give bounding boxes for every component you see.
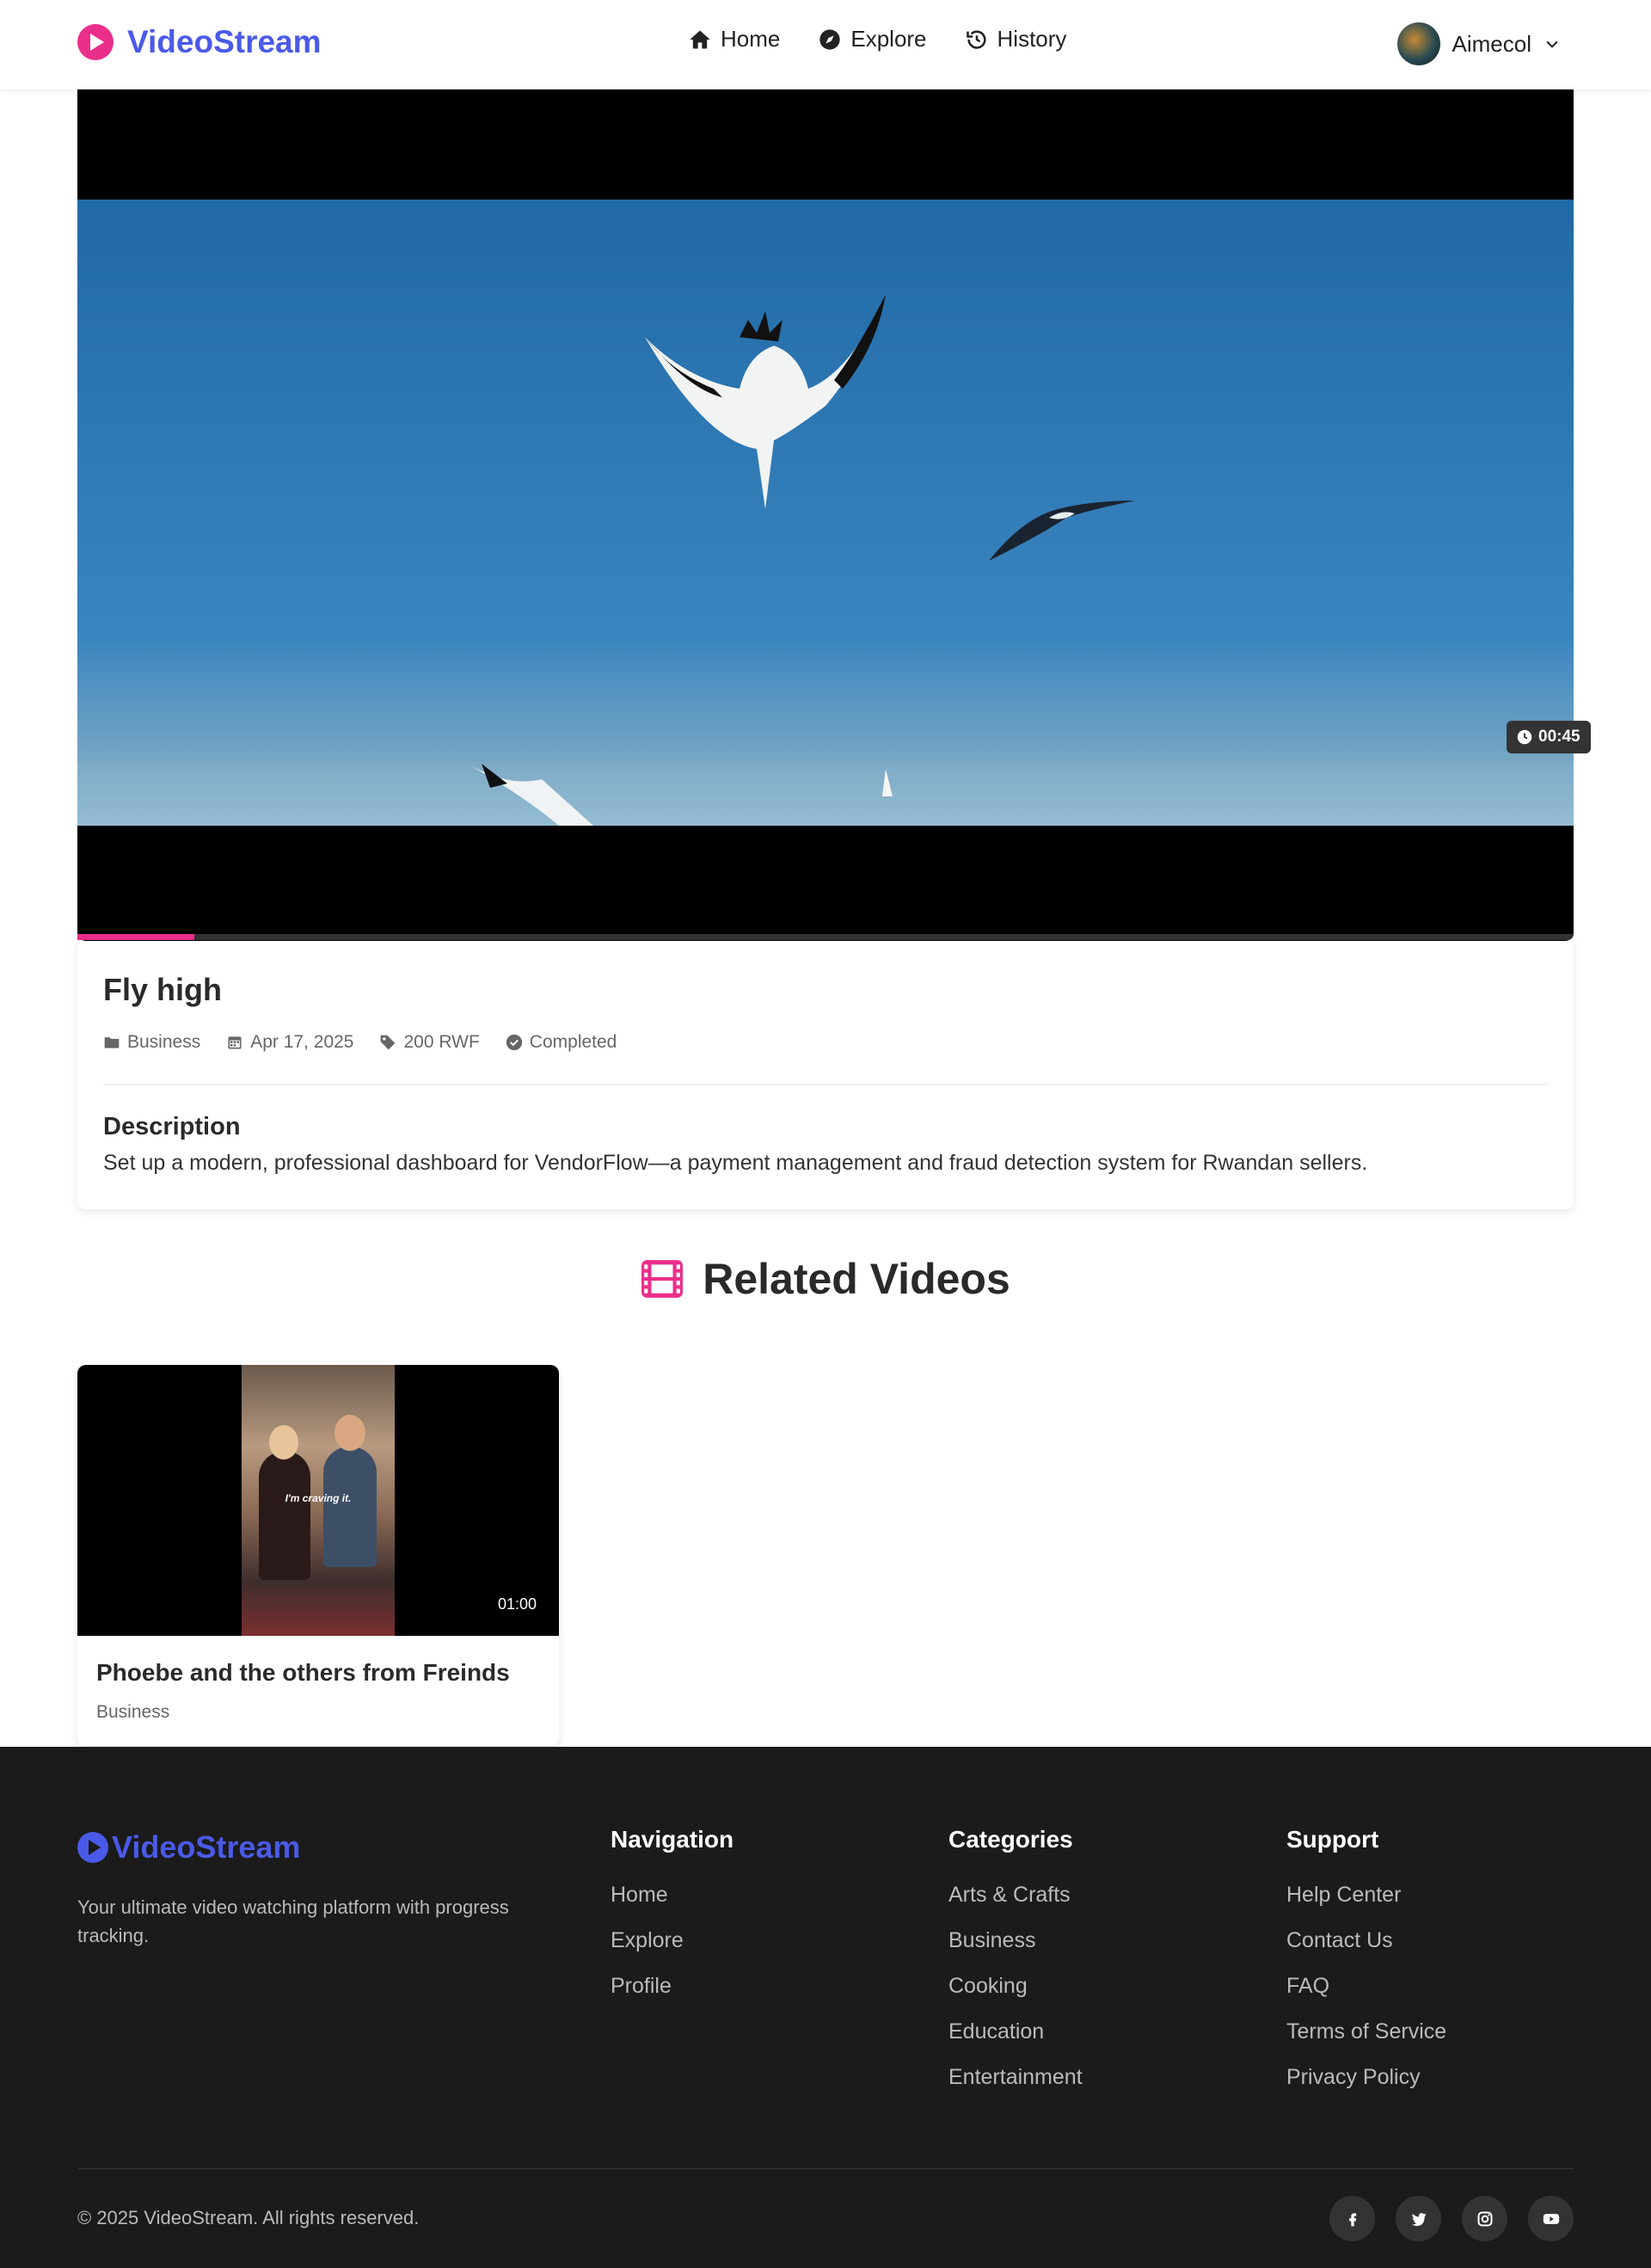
footer-link-terms[interactable]: Terms of Service bbox=[1286, 2019, 1446, 2065]
thumbnail-caption: I'm craving it. bbox=[285, 1492, 352, 1504]
user-name: Aimecol bbox=[1452, 30, 1531, 57]
footer-link-business[interactable]: Business bbox=[948, 1928, 1083, 1974]
duration-text: 00:45 bbox=[1538, 728, 1580, 746]
video-still-gannets bbox=[645, 294, 1135, 561]
related-video-thumbnail[interactable]: I'm craving it. 01:00 bbox=[77, 1365, 559, 1636]
footer-link-faq[interactable]: FAQ bbox=[1286, 1974, 1446, 2019]
play-circle-icon bbox=[77, 24, 114, 60]
tag-icon bbox=[381, 1035, 396, 1050]
nav-home[interactable]: Home bbox=[688, 26, 780, 52]
footer-link-explore[interactable]: Explore bbox=[611, 1928, 733, 1974]
logo-link[interactable]: VideoStream bbox=[77, 24, 322, 60]
twitter-icon bbox=[1411, 2212, 1426, 2226]
footer-link-entertainment[interactable]: Entertainment bbox=[948, 2065, 1083, 2111]
thumbnail-figure bbox=[259, 1451, 310, 1580]
footer-logo-text: VideoStream bbox=[112, 1829, 301, 1865]
video-title: Fly high bbox=[103, 972, 222, 1007]
description-heading: Description bbox=[103, 1113, 241, 1140]
footer-divider bbox=[77, 2168, 1574, 2169]
instagram-icon bbox=[1477, 2211, 1492, 2226]
footer-link-profile[interactable]: Profile bbox=[611, 1974, 733, 2019]
play-circle-icon bbox=[77, 1832, 108, 1863]
progress-bar[interactable] bbox=[77, 934, 1574, 940]
check-circle-icon bbox=[506, 1034, 522, 1051]
related-video-card[interactable]: I'm craving it. 01:00 Phoebe and the oth… bbox=[77, 1365, 559, 1746]
video-still-lower-birds bbox=[464, 762, 893, 826]
folder-icon bbox=[104, 1037, 120, 1048]
related-video-title[interactable]: Phoebe and the others from Freinds bbox=[96, 1659, 510, 1687]
meta-price: 200 RWF bbox=[379, 1032, 480, 1053]
nav-home-label: Home bbox=[721, 26, 781, 52]
clock-icon bbox=[1517, 729, 1532, 745]
nav-history-label: History bbox=[997, 26, 1067, 52]
video-meta: Business Apr 17, 2025 200 RWF Completed bbox=[103, 1032, 617, 1053]
film-icon bbox=[641, 1260, 684, 1298]
meta-category-text: Business bbox=[127, 1032, 201, 1052]
meta-category: Business bbox=[103, 1032, 200, 1053]
video-sea-band bbox=[77, 762, 1574, 826]
progress-fill bbox=[77, 934, 194, 940]
chevron-down-icon bbox=[1546, 40, 1558, 48]
main-nav: Home Explore History bbox=[688, 26, 1066, 52]
youtube-button[interactable] bbox=[1528, 2196, 1574, 2241]
footer-link-education[interactable]: Education bbox=[948, 2019, 1083, 2065]
video-frame[interactable] bbox=[77, 200, 1574, 826]
user-menu[interactable]: Aimecol bbox=[1396, 22, 1561, 65]
meta-price-text: 200 RWF bbox=[403, 1032, 480, 1052]
meta-date-text: Apr 17, 2025 bbox=[250, 1032, 354, 1052]
avatar bbox=[1396, 22, 1440, 65]
social-links bbox=[1329, 2196, 1574, 2241]
footer-navigation: Navigation Home Explore Profile bbox=[611, 1826, 733, 2019]
meta-status-text: Completed bbox=[529, 1032, 617, 1052]
duration-badge: 00:45 bbox=[1507, 721, 1591, 753]
video-player[interactable]: 00:45 bbox=[77, 89, 1591, 941]
copyright: © 2025 VideoStream. All rights reserved. bbox=[77, 2207, 420, 2228]
thumbnail-figure bbox=[323, 1447, 377, 1567]
compass-icon bbox=[819, 28, 841, 50]
footer-col-title: Categories bbox=[948, 1826, 1073, 1853]
nav-history[interactable]: History bbox=[965, 26, 1067, 52]
footer-categories: Categories Arts & Crafts Business Cookin… bbox=[948, 1826, 1083, 2111]
facebook-icon bbox=[1348, 2212, 1356, 2226]
footer-link-cooking[interactable]: Cooking bbox=[948, 1974, 1083, 2019]
footer-col-title: Navigation bbox=[611, 1826, 734, 1853]
logo-text: VideoStream bbox=[127, 24, 322, 59]
divider bbox=[103, 1084, 1548, 1085]
thumbnail-figure bbox=[269, 1425, 298, 1460]
footer-link-help[interactable]: Help Center bbox=[1286, 1883, 1446, 1928]
thumbnail-still: I'm craving it. bbox=[242, 1365, 395, 1636]
video-info-card: Fly high Business Apr 17, 2025 200 RWF C… bbox=[77, 941, 1574, 1209]
related-duration: 01:00 bbox=[497, 1595, 537, 1613]
meta-status: Completed bbox=[506, 1032, 617, 1053]
twitter-button[interactable] bbox=[1396, 2196, 1441, 2241]
related-video-category: Business bbox=[96, 1702, 170, 1722]
thumbnail-figure bbox=[334, 1415, 365, 1451]
related-heading-text: Related Videos bbox=[703, 1255, 1010, 1303]
footer-link-privacy[interactable]: Privacy Policy bbox=[1286, 2065, 1446, 2111]
footer-tagline: Your ultimate video watching platform wi… bbox=[77, 1896, 509, 1946]
history-icon bbox=[966, 30, 986, 49]
footer-logo[interactable]: VideoStream bbox=[77, 1829, 300, 1865]
footer-col-title: Support bbox=[1286, 1826, 1379, 1853]
meta-date: Apr 17, 2025 bbox=[226, 1032, 353, 1053]
top-navbar: VideoStream Home Explore History Aimecol bbox=[0, 0, 1651, 89]
youtube-icon bbox=[1543, 2213, 1559, 2224]
facebook-button[interactable] bbox=[1329, 2196, 1375, 2241]
footer-link-arts[interactable]: Arts & Crafts bbox=[948, 1883, 1083, 1928]
related-videos-heading: Related Videos bbox=[0, 1254, 1651, 1304]
calendar-icon bbox=[228, 1036, 242, 1049]
footer: VideoStream Your ultimate video watching… bbox=[0, 1747, 1651, 2268]
instagram-button[interactable] bbox=[1462, 2196, 1507, 2241]
nav-explore[interactable]: Explore bbox=[818, 26, 927, 52]
footer-link-home[interactable]: Home bbox=[611, 1883, 733, 1928]
footer-link-contact[interactable]: Contact Us bbox=[1286, 1928, 1446, 1974]
footer-support: Support Help Center Contact Us FAQ Terms… bbox=[1286, 1826, 1446, 2111]
nav-explore-label: Explore bbox=[850, 26, 927, 52]
description-text: Set up a modern, professional dashboard … bbox=[103, 1151, 1368, 1175]
home-icon bbox=[690, 30, 710, 48]
